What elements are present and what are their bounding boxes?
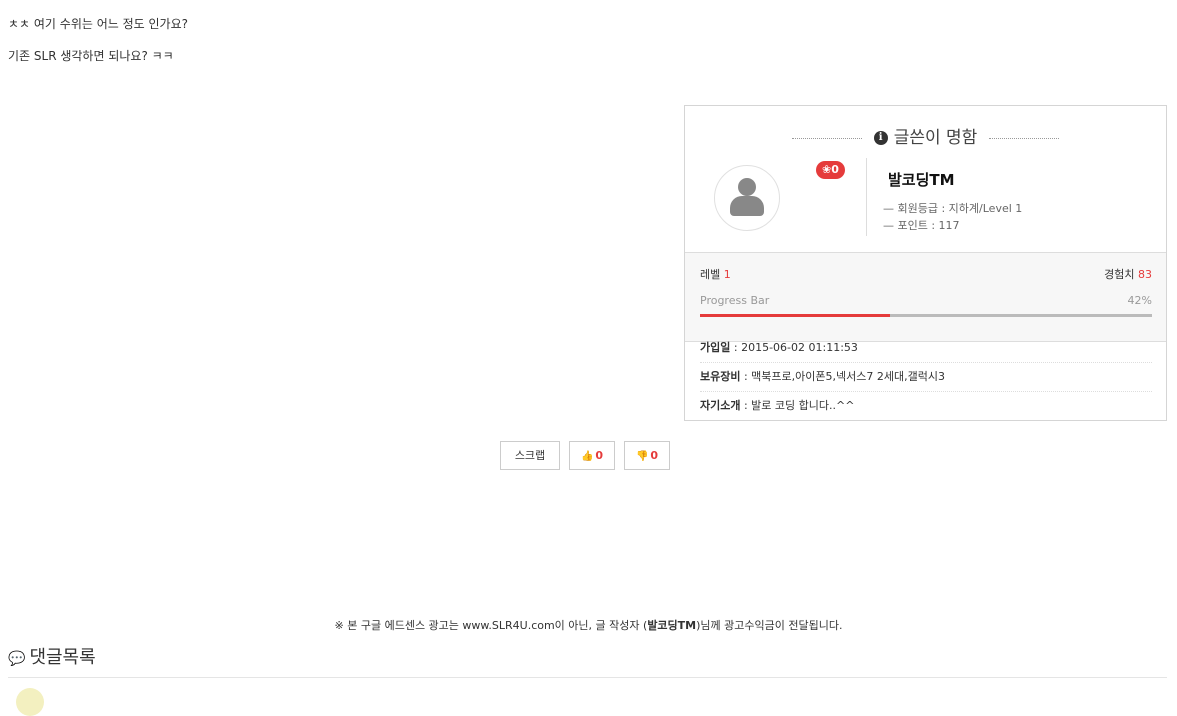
avatar[interactable] (714, 165, 780, 231)
like-count: 0 (595, 449, 604, 462)
ad-notice-prefix: ※ 본 구글 에드센스 광고는 www.SLR4U.com이 아닌, 글 작성자… (334, 619, 648, 632)
author-nickname[interactable]: 발코딩TM (888, 169, 955, 190)
post-text-line: ㅊㅊ 여기 수위는 어느 정도 인가요? (8, 17, 189, 31)
comments-heading-text: 댓글목록 (29, 647, 96, 668)
progress-label: Progress Bar (700, 294, 770, 307)
dislike-button[interactable]: 👎 0 (624, 441, 670, 470)
level-box: 레벨 1 경험치 83 Progress Bar 42% (685, 252, 1166, 342)
level: 레벨 1 (700, 266, 731, 282)
progress-fill (700, 314, 890, 317)
author-card-title: i 글쓴이 명함 (685, 123, 1166, 148)
intro-row: 자기소개 : 발로 코딩 합니다..^^ (700, 392, 1152, 420)
info-icon: i (873, 131, 888, 145)
member-points: — 포인트 : 117 (883, 219, 960, 232)
thumbs-up-icon: 👍 (580, 451, 594, 462)
dislike-count: 0 (650, 449, 659, 462)
post-text-line: 기존 SLR 생각하면 되나요? ㅋㅋ (8, 49, 174, 63)
comments-icon: 💬 (8, 651, 26, 667)
title-rule (791, 137, 862, 139)
memo-count: 0 (831, 163, 839, 176)
comments-heading: 💬 댓글목록 (8, 643, 96, 669)
user-icon-body (730, 196, 764, 216)
equipment-value: : 맥북프로,아이폰5,넥서스7 2세대,갤럭시3 (740, 370, 945, 383)
member-grade: — 회원등급 : 지하계/Level 1 (883, 202, 1023, 215)
ad-notice-suffix: )님께 광고수익금이 전달됩니다. (696, 619, 843, 632)
ad-notice: ※ 본 구글 에드센스 광고는 www.SLR4U.com이 아닌, 글 작성자… (0, 617, 1177, 633)
exp-label: 경험치 (1104, 268, 1135, 281)
ad-notice-author: 발코딩TM (647, 619, 697, 632)
divider (8, 677, 1167, 678)
divider (866, 158, 867, 236)
thumbs-down-icon: 👎 (635, 451, 649, 462)
equipment-label: 보유장비 (700, 370, 741, 383)
progress-bar (700, 314, 1152, 317)
like-button[interactable]: 👍 0 (569, 441, 615, 470)
progress-percent: 42% (1127, 294, 1152, 307)
user-icon-head (738, 178, 756, 196)
comment-avatar (16, 688, 44, 716)
level-label: 레벨 (700, 268, 721, 281)
memo-icon: ❀ (822, 163, 832, 176)
level-value: 1 (723, 268, 731, 281)
intro-value: : 발로 코딩 합니다..^^ (740, 399, 855, 412)
memo-badge[interactable]: ❀0 (816, 161, 845, 179)
intro-label: 자기소개 (700, 399, 741, 412)
author-card-title-text: 글쓴이 명함 (893, 128, 978, 148)
experience: 경험치 83 (1104, 266, 1152, 282)
join-date-value: : 2015-06-02 01:11:53 (730, 341, 858, 354)
exp-value: 83 (1138, 268, 1152, 281)
title-rule (989, 137, 1060, 139)
equipment-row: 보유장비 : 맥북프로,아이폰5,넥서스7 2세대,갤럭시3 (700, 363, 1152, 392)
join-date-row: 가입일 : 2015-06-02 01:11:53 (700, 334, 1152, 363)
join-date-label: 가입일 (700, 341, 731, 354)
author-card: i 글쓴이 명함 ❀0 발코딩TM — 회원등급 : 지하계/Level 1 — … (684, 105, 1167, 421)
scrap-button[interactable]: 스크랩 (500, 441, 560, 470)
